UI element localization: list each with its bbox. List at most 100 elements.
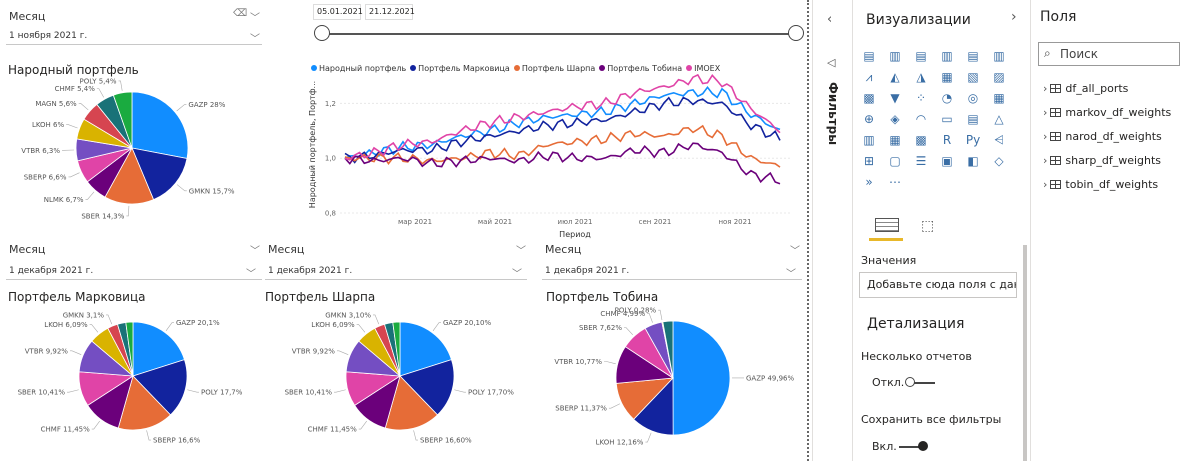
eraser-icon[interactable]: ⌫	[233, 8, 247, 19]
multi-row-card-icon[interactable]: ▤	[965, 111, 981, 127]
pie-narod[interactable]: GAZP 28% GMKN 15,7% SBER 14,3% NLMK 6,7% SBE…	[0, 76, 300, 226]
slicer-tobin-value[interactable]: 1 декабря 2021 г.	[545, 266, 629, 276]
pie-markowitz-title: Портфель Марковица	[8, 290, 146, 304]
pie-data-label: SBERP 16,60%	[420, 437, 472, 445]
column-100-icon[interactable]: ▥	[991, 48, 1007, 64]
column-chart-icon[interactable]: ▥	[887, 48, 903, 64]
visualizations-pane: Визуализации › ▤ ▥ ▤ ▥ ▤ ▥ ⩘ ◭ ◮ ▦ ▧ ▨ ▩ ▼ ⁘ ◔ ◎ ▦ ⊕ ◈ ◠ ▭ ▤ △ ▥…	[852, 0, 1030, 461]
pie-leader-line	[69, 350, 82, 355]
pie-data-label: VTBR 9,92%	[25, 347, 69, 355]
pie-tobin[interactable]: GAZP 49,96% LKOH 12,16% SBERP 11,37% VTBR 1…	[540, 300, 805, 455]
power-apps-icon[interactable]: ◧	[965, 153, 981, 169]
kpi-icon[interactable]: △	[991, 111, 1007, 127]
pie-slice[interactable]	[131, 91, 189, 159]
bar-chart-icon[interactable]: ▤	[861, 48, 877, 64]
date-range-end-handle[interactable]	[788, 25, 804, 41]
pie-data-label: GAZP 49,96%	[746, 374, 794, 382]
values-drop-well[interactable]: Добавьте сюда поля с дан...	[859, 272, 1017, 298]
fields-search-input[interactable]: ⌕ Поиск	[1038, 42, 1180, 66]
funnel-chart-icon[interactable]: ▩	[861, 90, 877, 106]
line-chart[interactable]: 0,8 1,0 1,2 мар 2021 май 2021 июл 2021 сен 202…	[305, 68, 805, 243]
pie-data-label: SBER 10,41%	[18, 389, 66, 397]
ribbon-chart-icon[interactable]: ▧	[965, 69, 981, 85]
gauge-icon[interactable]: ◠	[913, 111, 929, 127]
power-automate-icon[interactable]: ◇	[991, 153, 1007, 169]
chevron-down-icon[interactable]: ﹀	[790, 242, 800, 257]
area-chart-icon[interactable]: ◭	[887, 69, 903, 85]
slicer-markowitz-value[interactable]: 1 декабря 2021 г.	[9, 266, 93, 276]
bar-100-icon[interactable]: ▤	[965, 48, 981, 64]
collapse-chevron-left-icon[interactable]: ‹	[827, 12, 832, 27]
pie-leader-line	[165, 322, 174, 331]
field-table-item[interactable]: › df_all_ports	[1043, 82, 1128, 95]
expand-chevron-icon[interactable]: ›	[1043, 82, 1047, 95]
key-influencers-icon[interactable]: ⩤	[991, 132, 1007, 148]
field-table-item[interactable]: › markov_df_weights	[1043, 106, 1171, 119]
line-column-icon[interactable]: ▦	[939, 69, 955, 85]
slicer-top-value[interactable]: 1 ноября 2021 г.	[9, 31, 87, 41]
keep-filters-toggle[interactable]	[918, 441, 928, 451]
expand-chevron-icon[interactable]: ›	[1043, 106, 1047, 119]
pie-slice[interactable]	[672, 320, 731, 436]
format-paint-icon[interactable]: ⬚	[921, 218, 934, 234]
pie-data-label: POLY 5,4%	[80, 77, 117, 85]
field-table-item[interactable]: › tobin_df_weights	[1043, 178, 1158, 191]
stacked-area-icon[interactable]: ◮	[913, 69, 929, 85]
filters-vertical-label[interactable]: Фильтры	[826, 82, 840, 145]
pie-sharpe[interactable]: GAZP 20,10% POLY 17,70% SBERP 16,60% CHMF 1…	[265, 305, 535, 455]
chevron-down-icon[interactable]: ﹀	[250, 9, 260, 24]
expand-chevron-icon[interactable]: ›	[1043, 178, 1047, 191]
series-line[interactable]	[344, 85, 781, 159]
table-icon	[1050, 132, 1062, 141]
expand-chevron-icon[interactable]: ›	[1043, 154, 1047, 167]
viz-scrollbar[interactable]	[1023, 245, 1027, 461]
date-end-input[interactable]: 21.12.2021	[365, 4, 415, 20]
slicer-sharpe-dropdown-icon[interactable]: ﹀	[512, 265, 522, 280]
line-chart-icon[interactable]: ⩘	[861, 69, 877, 85]
pie-leader-line	[176, 104, 187, 112]
scatter-chart-icon[interactable]: ⁘	[913, 90, 929, 106]
slicer-top-dropdown-icon[interactable]: ﹀	[250, 30, 260, 45]
fields-tab-icon[interactable]	[875, 218, 899, 232]
slicer-tobin-dropdown-icon[interactable]: ﹀	[786, 265, 796, 280]
slicer-sharpe-value[interactable]: 1 декабря 2021 г.	[268, 266, 352, 276]
keep-filters-on-label: Вкл.	[872, 440, 897, 453]
power-automate-arrow-icon[interactable]: »	[861, 174, 877, 190]
field-table-item[interactable]: › narod_df_weights	[1043, 130, 1162, 143]
slicer-icon[interactable]: ▥	[861, 132, 877, 148]
treemap-icon[interactable]: ▦	[991, 90, 1007, 106]
smart-narrative-icon[interactable]: ☰	[913, 153, 929, 169]
r-visual-icon[interactable]: R	[939, 132, 955, 148]
filter-collapse-icon[interactable]: ◁	[827, 56, 835, 69]
table-icon[interactable]: ▦	[887, 132, 903, 148]
series-line[interactable]	[344, 73, 781, 161]
donut-chart-icon[interactable]: ◎	[965, 90, 981, 106]
stacked-bar-icon[interactable]: ▤	[913, 48, 929, 64]
pie-chart-icon[interactable]: ◔	[939, 90, 955, 106]
series-line[interactable]	[344, 96, 781, 164]
waterfall-chart-icon[interactable]: ▨	[991, 69, 1007, 85]
slicer-markowitz-dropdown-icon[interactable]: ﹀	[246, 265, 256, 280]
pie-leader-line	[176, 184, 187, 192]
date-start-input[interactable]: 05.01.2021	[313, 4, 363, 20]
viz-pane-title: Визуализации	[866, 12, 971, 28]
python-visual-icon[interactable]: Py	[965, 132, 981, 148]
chevron-down-icon[interactable]: ﹀	[250, 242, 260, 257]
more-visuals-icon[interactable]: ⋯	[887, 174, 903, 190]
matrix-icon[interactable]: ▩	[913, 132, 929, 148]
qa-icon[interactable]: ▢	[887, 153, 903, 169]
card-icon[interactable]: ▭	[939, 111, 955, 127]
chevron-down-icon[interactable]: ﹀	[516, 242, 526, 257]
paginated-report-icon[interactable]: ▣	[939, 153, 955, 169]
field-table-item[interactable]: › sharp_df_weights	[1043, 154, 1161, 167]
pie-markowitz[interactable]: GAZP 20,1% POLY 17,7% SBERP 16,6% CHMF 11,4…	[0, 305, 265, 455]
clustered-column-icon[interactable]: ▥	[939, 48, 955, 64]
multi-reports-toggle[interactable]	[905, 377, 915, 387]
funnel-icon[interactable]: ▼	[887, 90, 903, 106]
decomposition-tree-icon[interactable]: ⊞	[861, 153, 877, 169]
filled-map-icon[interactable]: ◈	[887, 111, 903, 127]
date-range-start-handle[interactable]	[314, 25, 330, 41]
chevron-right-icon[interactable]: ›	[1011, 9, 1017, 25]
expand-chevron-icon[interactable]: ›	[1043, 130, 1047, 143]
map-icon[interactable]: ⊕	[861, 111, 877, 127]
